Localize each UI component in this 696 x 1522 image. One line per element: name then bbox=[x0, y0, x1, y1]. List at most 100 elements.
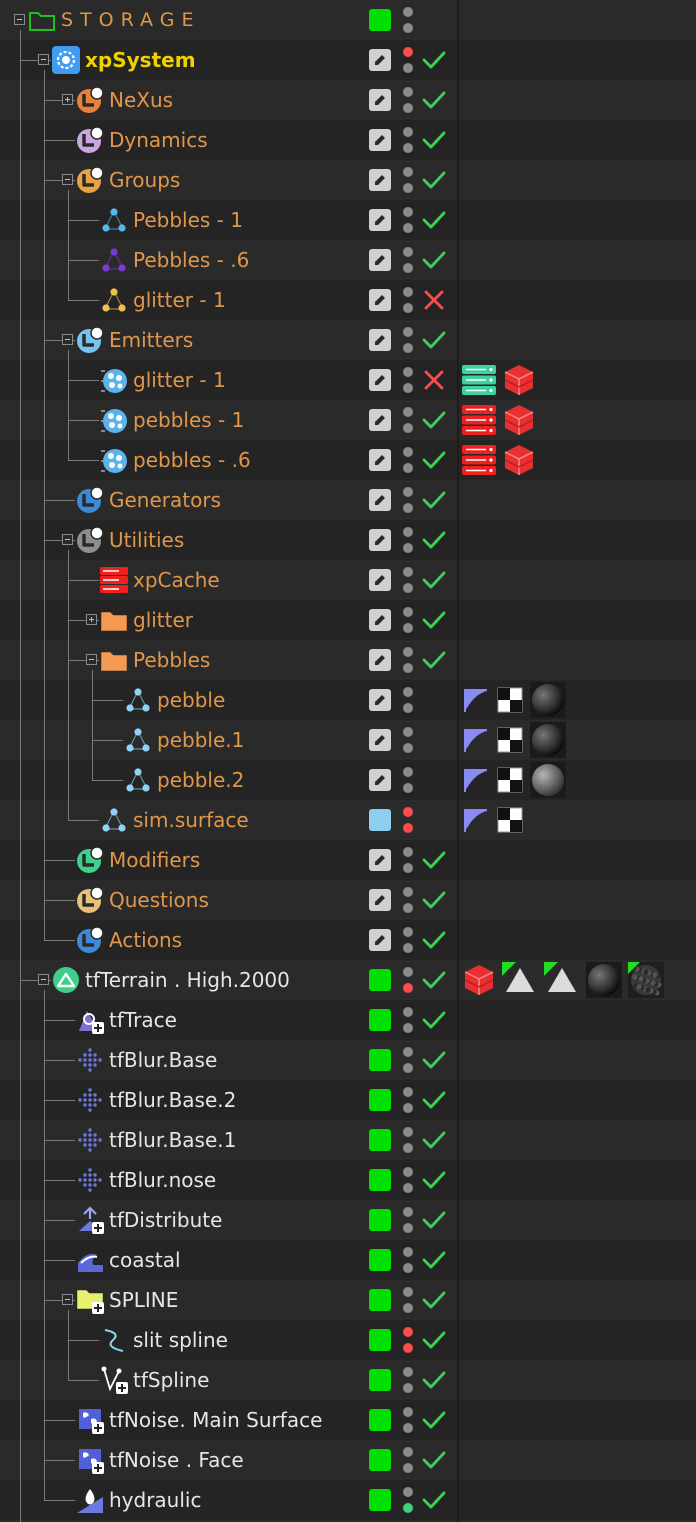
editor-visibility-dot[interactable] bbox=[403, 967, 413, 977]
edit-pencil-icon[interactable] bbox=[369, 49, 391, 71]
enabled-check-icon[interactable] bbox=[421, 1449, 447, 1471]
render-visibility-dot[interactable] bbox=[403, 663, 413, 673]
layer-color-swatch[interactable] bbox=[369, 1289, 391, 1311]
object-name[interactable]: glitter - 1 bbox=[133, 360, 226, 400]
render-visibility-dot[interactable] bbox=[403, 863, 413, 873]
expand-toggle[interactable] bbox=[62, 94, 73, 105]
editor-visibility-dot[interactable] bbox=[403, 687, 413, 697]
checker-tag[interactable] bbox=[496, 726, 524, 756]
render-visibility-dot[interactable] bbox=[403, 903, 413, 913]
render-visibility-dot[interactable] bbox=[403, 223, 413, 233]
object-name[interactable]: pebble.2 bbox=[157, 760, 244, 800]
enabled-check-icon[interactable] bbox=[421, 1249, 447, 1271]
editor-visibility-dot[interactable] bbox=[403, 927, 413, 937]
render-visibility-dot[interactable] bbox=[403, 1063, 413, 1073]
editor-visibility-dot[interactable] bbox=[403, 327, 413, 337]
render-visibility-dot[interactable] bbox=[403, 423, 413, 433]
tree-row[interactable]: tfNoise. Main Surface bbox=[0, 1400, 696, 1440]
editor-visibility-dot[interactable] bbox=[403, 87, 413, 97]
tree-row[interactable]: glitter bbox=[0, 600, 696, 640]
disabled-cross-icon[interactable] bbox=[421, 369, 447, 391]
render-visibility-dot[interactable] bbox=[403, 463, 413, 473]
tree-row[interactable]: coastal bbox=[0, 1240, 696, 1280]
object-name[interactable]: STORAGE bbox=[61, 0, 200, 40]
object-name[interactable]: Pebbles - .6 bbox=[133, 240, 249, 280]
edit-pencil-icon[interactable] bbox=[369, 769, 391, 791]
enabled-check-icon[interactable] bbox=[421, 1049, 447, 1071]
tree-row[interactable]: pebble.1 bbox=[0, 720, 696, 760]
object-name[interactable]: tfSpline bbox=[133, 1360, 209, 1400]
layer-color-swatch[interactable] bbox=[369, 1049, 391, 1071]
tree-row[interactable]: xpCache bbox=[0, 560, 696, 600]
object-name[interactable]: Questions bbox=[109, 880, 209, 920]
display-tag[interactable] bbox=[544, 962, 580, 992]
object-name[interactable]: tfBlur.nose bbox=[109, 1160, 216, 1200]
editor-visibility-dot[interactable] bbox=[403, 447, 413, 457]
editor-visibility-dot[interactable] bbox=[403, 727, 413, 737]
render-visibility-dot[interactable] bbox=[403, 543, 413, 553]
object-name[interactable]: tfDistribute bbox=[109, 1200, 222, 1240]
edit-pencil-icon[interactable] bbox=[369, 409, 391, 431]
tree-row[interactable]: xpSystem bbox=[0, 40, 696, 80]
editor-visibility-dot[interactable] bbox=[403, 847, 413, 857]
render-visibility-dot[interactable] bbox=[403, 1023, 413, 1033]
enabled-check-icon[interactable] bbox=[421, 1409, 447, 1431]
object-name[interactable]: xpSystem bbox=[85, 40, 196, 80]
enabled-check-icon[interactable] bbox=[421, 889, 447, 911]
layer-color-swatch[interactable] bbox=[369, 1369, 391, 1391]
editor-visibility-dot[interactable] bbox=[403, 607, 413, 617]
render-visibility-dot[interactable] bbox=[403, 63, 413, 73]
edit-pencil-icon[interactable] bbox=[369, 329, 391, 351]
object-name[interactable]: pebbles - .6 bbox=[133, 440, 251, 480]
edit-pencil-icon[interactable] bbox=[369, 609, 391, 631]
object-name[interactable]: slit spline bbox=[133, 1320, 228, 1360]
editor-visibility-dot[interactable] bbox=[403, 1367, 413, 1377]
render-visibility-dot[interactable] bbox=[403, 143, 413, 153]
editor-visibility-dot[interactable] bbox=[403, 807, 413, 817]
tree-row[interactable]: tfTrace bbox=[0, 1000, 696, 1040]
layer-color-swatch[interactable] bbox=[369, 1129, 391, 1151]
material-dark-tag[interactable] bbox=[586, 962, 622, 998]
edit-pencil-icon[interactable] bbox=[369, 689, 391, 711]
expand-toggle[interactable] bbox=[86, 614, 97, 625]
cache-teal-tag[interactable] bbox=[462, 365, 496, 395]
render-visibility-dot[interactable] bbox=[403, 263, 413, 273]
object-name[interactable]: sim.surface bbox=[133, 800, 249, 840]
object-name[interactable]: coastal bbox=[109, 1240, 181, 1280]
enabled-check-icon[interactable] bbox=[421, 1129, 447, 1151]
collapse-toggle[interactable] bbox=[62, 174, 73, 185]
tree-row[interactable]: Emitters bbox=[0, 320, 696, 360]
object-name[interactable]: Modifiers bbox=[109, 840, 200, 880]
checker-tag[interactable] bbox=[496, 806, 524, 836]
enabled-check-icon[interactable] bbox=[421, 489, 447, 511]
enabled-check-icon[interactable] bbox=[421, 1289, 447, 1311]
tree-row[interactable]: Generators bbox=[0, 480, 696, 520]
tree-row[interactable]: Questions bbox=[0, 880, 696, 920]
editor-visibility-dot[interactable] bbox=[403, 1247, 413, 1257]
edit-pencil-icon[interactable] bbox=[369, 129, 391, 151]
display-tag[interactable] bbox=[502, 962, 538, 992]
edit-pencil-icon[interactable] bbox=[369, 489, 391, 511]
layer-color-swatch[interactable] bbox=[369, 1209, 391, 1231]
enabled-check-icon[interactable] bbox=[421, 649, 447, 671]
render-visibility-dot[interactable] bbox=[403, 503, 413, 513]
render-visibility-dot[interactable] bbox=[403, 383, 413, 393]
enabled-check-icon[interactable] bbox=[421, 449, 447, 471]
layer-color-swatch[interactable] bbox=[369, 1409, 391, 1431]
enabled-check-icon[interactable] bbox=[421, 969, 447, 991]
redshift-tag[interactable] bbox=[502, 443, 536, 475]
editor-visibility-dot[interactable] bbox=[403, 367, 413, 377]
editor-visibility-dot[interactable] bbox=[403, 887, 413, 897]
render-visibility-dot[interactable] bbox=[403, 1143, 413, 1153]
editor-visibility-dot[interactable] bbox=[403, 287, 413, 297]
render-visibility-dot[interactable] bbox=[403, 1223, 413, 1233]
uvw-tag[interactable] bbox=[462, 806, 490, 836]
layer-color-swatch[interactable] bbox=[369, 1489, 391, 1511]
edit-pencil-icon[interactable] bbox=[369, 889, 391, 911]
edit-pencil-icon[interactable] bbox=[369, 529, 391, 551]
tree-row[interactable]: pebble.2 bbox=[0, 760, 696, 800]
tree-row[interactable]: SPLINE bbox=[0, 1280, 696, 1320]
object-name[interactable]: glitter bbox=[133, 600, 193, 640]
editor-visibility-dot[interactable] bbox=[403, 1207, 413, 1217]
enabled-check-icon[interactable] bbox=[421, 209, 447, 231]
